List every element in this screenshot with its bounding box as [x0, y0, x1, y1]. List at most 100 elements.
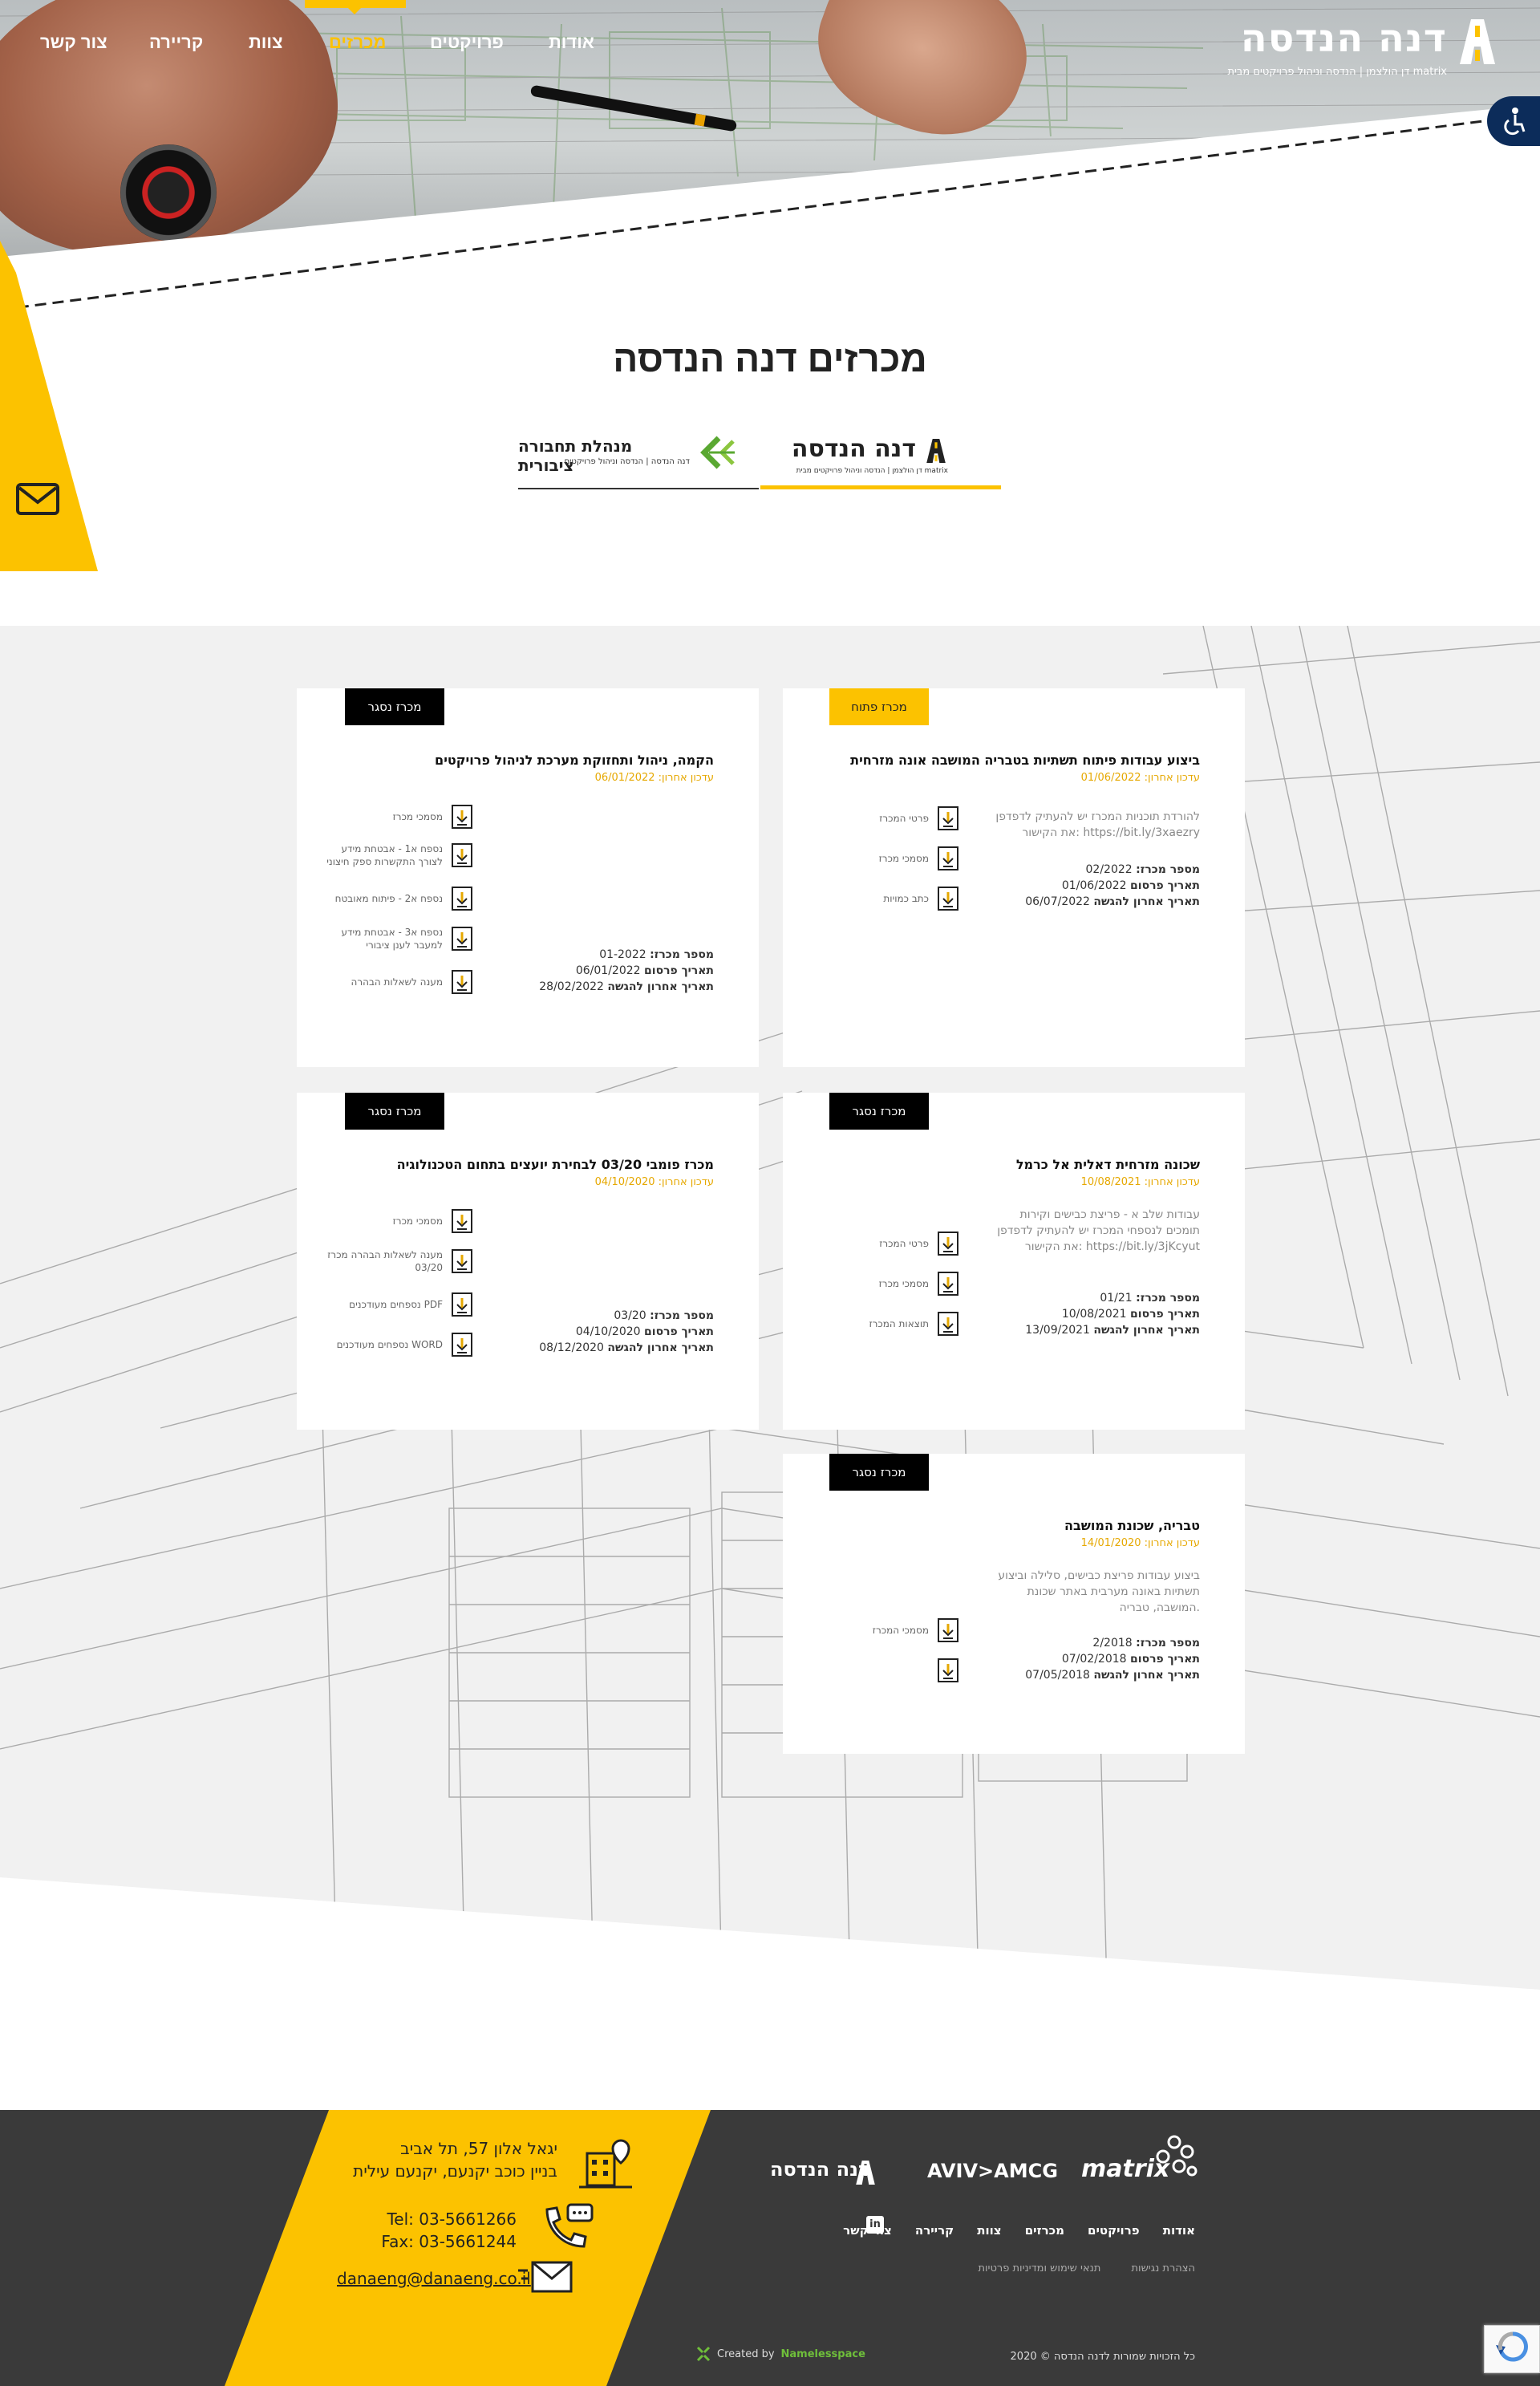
download-link[interactable]: נספח א2 - פיתוח מאובטח — [322, 886, 473, 911]
download-icon — [938, 1658, 958, 1682]
download-link[interactable]: מסמכי המכרז — [808, 1617, 959, 1643]
download-link[interactable]: כתב כמויות — [808, 886, 959, 911]
tender-title[interactable]: טבריה, שכונת המושבה — [1064, 1518, 1200, 1533]
matrix-logo-icon — [1156, 2135, 1198, 2177]
last-updated: עדכון אחרון: 10/08/2021 — [1080, 1176, 1200, 1188]
deadline-date: 28/02/2022 — [539, 980, 604, 993]
status-badge: מכרז נסגר — [829, 1454, 929, 1491]
footer-links: הצהרת נגישות תנאי שימוש ומדיניות פרטיות — [950, 2262, 1195, 2274]
nav-projects[interactable]: פרויקטים — [430, 32, 504, 53]
download-link[interactable]: נספח א1 - אבטחת מידע לצורך התקשרות ספק ח… — [322, 842, 473, 868]
footer-nav-tenders[interactable]: מכרזים — [1025, 2223, 1064, 2238]
phone-number[interactable]: Tel: 03-5661266 — [381, 2208, 517, 2230]
tab-title: דנה הנדסה — [791, 435, 916, 463]
download-label: נספח א3 - אבטחת מידע למעבר לענן ציבורי — [341, 927, 443, 951]
download-link[interactable]: מסמכי מכרז — [808, 1271, 959, 1296]
phone-block: Tel: 03-5661266 Fax: 03-5661244 — [381, 2208, 517, 2253]
publish-date-label: תאריך פרסום — [1130, 879, 1200, 892]
tender-card: מכרז נסגר מכרז פומבי 03/20 לבחירת יועצים… — [297, 1093, 759, 1430]
download-icon — [938, 1312, 958, 1336]
aviv-amcg-logo[interactable]: AVIV>AMCG — [927, 2160, 1058, 2182]
logo-title: דנה הנדסה — [1240, 16, 1447, 61]
deadline-date: 07/05/2018 — [1025, 1669, 1090, 1682]
tender-title[interactable]: שכונה מזרחית דאלית אל כרמל — [1016, 1157, 1200, 1172]
tender-title[interactable]: ביצוע עבודות פיתוח תשתיות בטבריה המושבה … — [850, 753, 1200, 768]
nav-tenders[interactable]: מכרזים — [329, 32, 386, 53]
footer-nav-projects[interactable]: פרויקטים — [1088, 2223, 1140, 2238]
footer-nav-careers[interactable]: קריירה — [915, 2223, 954, 2238]
download-link[interactable]: מסמכי מכרז — [808, 846, 959, 871]
publish-date-label: תאריך פרסום — [644, 1325, 714, 1338]
recaptcha-badge[interactable] — [1484, 2325, 1540, 2373]
email-link[interactable]: danaeng@danaeng.co.il — [337, 2269, 531, 2288]
download-link[interactable]: מענה לשאלות הבהרה מכרז 03/20 — [322, 1248, 473, 1274]
download-link[interactable]: פרטי המכרז — [808, 1231, 959, 1256]
deadline-label: תאריך אחרון להגשה — [607, 980, 714, 993]
tender-number-label: מספר מכרז: — [1136, 863, 1200, 876]
tender-card: מכרז נסגר הקמה, ניהול ותחזוקת מערכת לניה… — [297, 688, 759, 1067]
footer-nav-about[interactable]: אודות — [1163, 2223, 1195, 2238]
download-icon — [938, 846, 958, 870]
download-link[interactable]: פרטי המכרז — [808, 805, 959, 831]
privacy-link[interactable]: תנאי שימוש ומדיניות פרטיות — [978, 2262, 1100, 2274]
tender-description: ביצוע עבודות פריצת כבישים, סלילה וביצוע … — [998, 1569, 1200, 1614]
tab-dana-engineering[interactable]: דנה הנדסה דן הולצמן | הנדסה וניהול פרויק… — [760, 425, 1001, 489]
tender-card: מכרז נסגר טבריה, שכונת המושבה עדכון אחרו… — [783, 1454, 1245, 1754]
created-by[interactable]: Created by Namelesspace — [696, 2346, 865, 2362]
tender-meta: מספר מכרז: 02/2022 תאריך פרסום 01/06/202… — [1025, 862, 1200, 910]
tender-title[interactable]: הקמה, ניהול ותחזוקת מערכת לניהול פרויקטי… — [435, 753, 714, 768]
linkedin-icon[interactable]: in — [866, 2216, 884, 2234]
tender-title[interactable]: מכרז פומבי 03/20 לבחירת יועצים בתחום הטכ… — [397, 1157, 714, 1172]
download-label: מסמכי מכרז — [392, 811, 443, 822]
download-label: מסמכי מכרז — [878, 1278, 929, 1289]
transport-logo-icon — [700, 436, 735, 469]
download-link[interactable]: מענה לשאלות הבהרה — [322, 969, 473, 995]
download-icon — [452, 970, 472, 994]
download-link[interactable]: נספחים מעודכנים PDF — [322, 1292, 473, 1317]
download-link[interactable]: מסמכי מכרז — [322, 804, 473, 830]
download-icon — [452, 1209, 472, 1233]
deadline-date: 08/12/2020 — [539, 1341, 604, 1354]
section-cut — [0, 1877, 1540, 2086]
tab-subtitle: דן הולצמן | הנדסה וניהול פרויקטים מבית m… — [796, 467, 948, 475]
download-icon — [452, 1292, 472, 1317]
site-logo[interactable]: דנה הנדסה דן הולצמן | הנדסה וניהול פרויק… — [1211, 16, 1500, 78]
download-label: תוצאות המכרז — [869, 1318, 929, 1329]
tender-meta: מספר מכרז: 01-2022 תאריך פרסום 06/01/202… — [539, 947, 714, 995]
publish-date: 04/10/2020 — [575, 1325, 641, 1338]
phone-icon — [545, 2203, 594, 2248]
nav-careers[interactable]: קריירה — [149, 32, 203, 53]
envelope-icon — [518, 2261, 573, 2293]
address: יגאל אלון 57, תל אביב בניין כוכב יקנעם, … — [353, 2137, 557, 2182]
download-label: מענה לשאלות הבהרה — [351, 976, 444, 988]
download-label: נספחים מעודכנים PDF — [349, 1299, 443, 1310]
logo-mark-icon — [1460, 19, 1495, 64]
dana-logo[interactable]: דנה הנדסה — [770, 2158, 869, 2181]
nav-contact[interactable]: צור קשר — [40, 32, 107, 53]
deadline-label: תאריך אחרון להגשה — [1093, 895, 1200, 908]
tab-public-transport[interactable]: מנהלת תחבורה ציבורית דנה הנדסה | הנדסה ו… — [518, 425, 759, 489]
deadline-date: 06/07/2022 — [1025, 895, 1090, 908]
download-icon — [452, 1249, 472, 1273]
accessibility-button[interactable] — [1487, 96, 1540, 146]
download-link[interactable] — [808, 1658, 959, 1683]
download-icon — [938, 1232, 958, 1256]
download-link[interactable]: נספח א3 - אבטחת מידע למעבר לענן ציבורי — [322, 926, 473, 952]
download-label: מסמכי מכרז — [878, 853, 929, 864]
download-label: פרטי המכרז — [879, 813, 929, 824]
download-link[interactable]: תוצאות המכרז — [808, 1311, 959, 1337]
download-icon — [452, 1333, 472, 1357]
nav-team[interactable]: צוות — [249, 32, 282, 53]
download-icon — [938, 806, 958, 830]
download-link[interactable]: מסמכי מכרז — [322, 1208, 473, 1234]
footer-nav-team[interactable]: צוות — [977, 2223, 1001, 2238]
address-line: יגאל אלון 57, תל אביב — [400, 2139, 557, 2158]
download-link[interactable]: נספחים מעודכנים WORD — [322, 1332, 473, 1357]
mail-icon[interactable] — [16, 483, 59, 515]
deadline-label: תאריך אחרון להגשה — [1093, 1669, 1200, 1682]
accessibility-statement-link[interactable]: הצהרת נגישות — [1132, 2262, 1195, 2274]
tenders-section — [0, 626, 1540, 1990]
tender-number: 01-2022 — [599, 948, 646, 961]
copyright: 2020 © כל הזכויות שמורות לדנה הנדסה — [1010, 2351, 1195, 2363]
status-badge: מכרז נסגר — [829, 1093, 929, 1130]
